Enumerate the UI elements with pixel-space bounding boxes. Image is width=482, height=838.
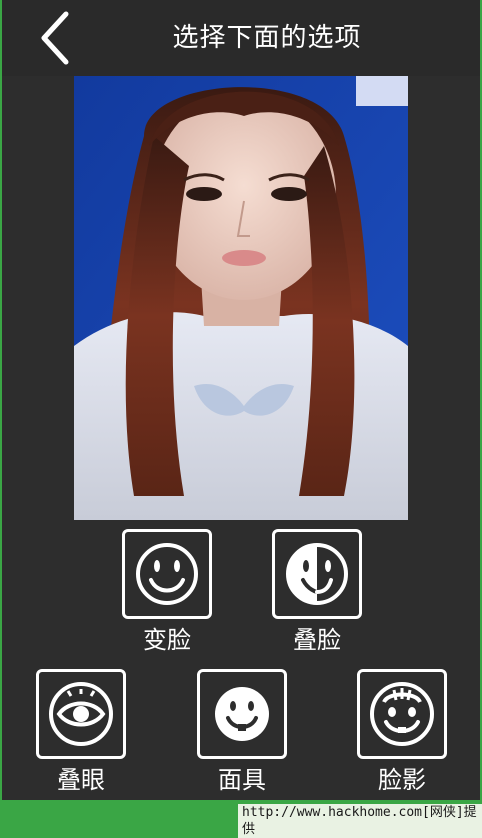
option-dieyan[interactable]: 叠眼 <box>36 669 126 794</box>
page-title: 选择下面的选项 <box>172 23 362 53</box>
back-button[interactable] <box>36 10 76 66</box>
app-screen: 选择下面的选项 变脸 叠脸 叠眼 面具 脸影 <box>2 0 480 800</box>
option-lianying[interactable]: 脸影 <box>357 669 447 794</box>
face-shadow-icon <box>370 682 434 746</box>
footer-bar: http://www.hackhome.com[网侠]提供 <box>0 800 482 838</box>
option-dielian[interactable]: 叠脸 <box>272 529 362 654</box>
mask-icon <box>215 687 269 741</box>
portrait-image <box>74 76 408 520</box>
selected-photo <box>74 76 408 520</box>
option-mianju[interactable]: 面具 <box>197 669 287 794</box>
option-icon-frame <box>197 669 287 759</box>
smiley-face-icon <box>136 543 198 605</box>
option-label: 面具 <box>218 766 266 794</box>
option-label: 变脸 <box>143 626 191 654</box>
half-face-icon <box>286 543 348 605</box>
option-icon-frame <box>36 669 126 759</box>
option-icon-frame <box>272 529 362 619</box>
watermark-text: http://www.hackhome.com[网侠]提供 <box>238 804 482 838</box>
option-icon-frame <box>122 529 212 619</box>
top-bar: 选择下面的选项 <box>2 0 480 76</box>
option-icon-frame <box>357 669 447 759</box>
chevron-left-icon <box>41 11 69 65</box>
option-label: 脸影 <box>378 766 426 794</box>
eye-icon <box>49 682 113 746</box>
option-label: 叠眼 <box>57 766 105 794</box>
option-label: 叠脸 <box>293 626 341 654</box>
option-bianlian[interactable]: 变脸 <box>122 529 212 654</box>
